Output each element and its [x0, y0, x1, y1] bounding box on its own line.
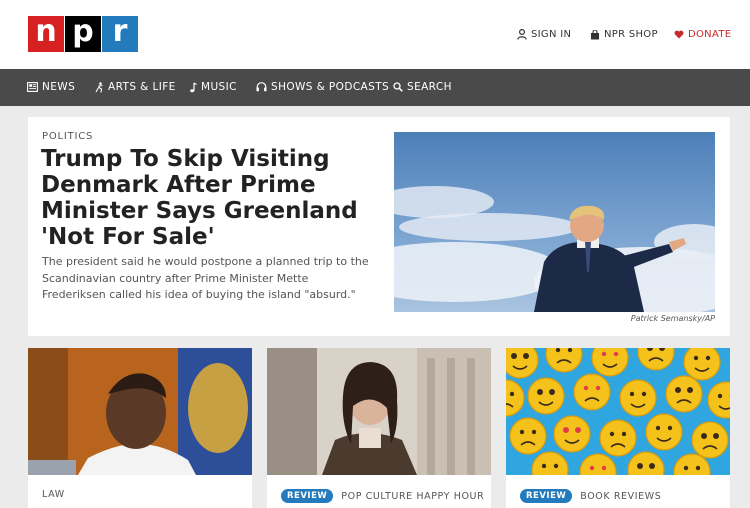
sign-in-label: SIGN IN — [531, 29, 571, 40]
card-kicker-label: LAW — [42, 489, 65, 500]
photo-credit: Patrick Semansky/AP — [631, 314, 715, 323]
emoji-face — [646, 414, 682, 450]
nav-item-music[interactable]: MUSIC — [189, 81, 237, 93]
emoji-face — [600, 420, 636, 456]
story-card-photo[interactable] — [267, 348, 491, 475]
emoji-face — [692, 422, 728, 458]
nav-item-news[interactable]: NEWS — [27, 81, 75, 93]
logo-letter-r: r — [102, 16, 138, 52]
emoji-face — [684, 348, 720, 380]
heart-icon — [674, 30, 684, 39]
logo-letter-n: n — [28, 16, 64, 52]
story-kicker[interactable]: POLITICS — [42, 131, 93, 142]
card-kicker[interactable]: LAW — [42, 489, 65, 500]
emoji-face — [666, 376, 702, 412]
review-badge: REVIEW — [520, 489, 572, 503]
music-icon — [189, 82, 197, 93]
emoji-face — [528, 378, 564, 414]
story-photo[interactable] — [394, 132, 715, 312]
review-badge: REVIEW — [281, 489, 333, 503]
nav-item-search[interactable]: SEARCH — [393, 81, 452, 93]
arts-icon — [95, 82, 104, 93]
donate-label: DONATE — [688, 29, 731, 40]
story-card-law[interactable]: LAW — [28, 348, 252, 508]
story-card-photo[interactable] — [506, 348, 730, 475]
nav-item-arts-life[interactable]: ARTS & LIFE — [95, 81, 176, 93]
site-header: n p r SIGN IN NPR SHOP DONATE — [0, 0, 750, 69]
sign-in-link[interactable]: SIGN IN — [517, 29, 571, 40]
nav-label: SEARCH — [407, 81, 452, 93]
shop-label: NPR SHOP — [604, 29, 658, 40]
npr-logo[interactable]: n p r — [28, 16, 138, 52]
nav-label: NEWS — [42, 81, 75, 93]
story-card-photo[interactable] — [28, 348, 252, 475]
story-card-pop-culture[interactable]: REVIEW POP CULTURE HAPPY HOUR — [267, 348, 491, 508]
nav-label: SHOWS & PODCASTS — [271, 81, 389, 93]
news-icon — [27, 82, 38, 92]
nav-item-shows-podcasts[interactable]: SHOWS & PODCASTS — [256, 81, 389, 93]
emoji-face — [510, 418, 546, 454]
main-nav: NEWS ARTS & LIFE MUSIC SHOWS & PODCASTS … — [0, 69, 750, 106]
donate-link[interactable]: DONATE — [674, 29, 731, 40]
emoji-face — [620, 380, 656, 416]
search-icon — [393, 82, 403, 92]
story-teaser[interactable]: The president said he would postpone a p… — [42, 254, 372, 304]
card-kicker[interactable]: REVIEW POP CULTURE HAPPY HOUR — [281, 489, 484, 503]
npr-shop-link[interactable]: NPR SHOP — [590, 29, 658, 40]
emoji-face — [554, 416, 590, 452]
featured-story: POLITICS Trump To Skip Visiting Denmark … — [28, 117, 730, 336]
user-icon — [517, 29, 527, 40]
logo-letter-p: p — [65, 16, 101, 52]
story-headline[interactable]: Trump To Skip Visiting Denmark After Pri… — [41, 146, 361, 250]
nav-label: ARTS & LIFE — [108, 81, 176, 93]
headphones-icon — [256, 82, 267, 92]
nav-label: MUSIC — [201, 81, 237, 93]
emoji-face — [574, 374, 610, 410]
shopping-bag-icon — [590, 30, 600, 40]
story-card-book-reviews[interactable]: REVIEW BOOK REVIEWS — [506, 348, 730, 508]
card-kicker[interactable]: REVIEW BOOK REVIEWS — [520, 489, 661, 503]
